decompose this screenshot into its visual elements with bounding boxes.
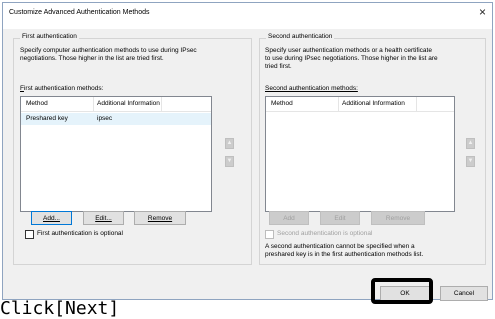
move-down-icon[interactable]: ▼ <box>466 156 475 167</box>
list-header: Method Additional Information <box>21 97 211 112</box>
second-optional-label: Second authentication is optional <box>277 230 373 237</box>
second-auth-note: A second authentication cannot be specif… <box>265 243 424 258</box>
second-edit-button[interactable]: Edit <box>320 211 360 225</box>
move-down-icon[interactable]: ▼ <box>225 156 234 167</box>
second-auth-group-title: Second authentication <box>266 33 335 40</box>
second-methods-label: Second authentication methods: <box>265 85 358 92</box>
move-up-icon[interactable]: ▲ <box>466 138 475 149</box>
row-method: Preshared key <box>26 115 68 122</box>
cancel-button[interactable]: Cancel <box>440 286 488 301</box>
second-add-button[interactable]: Add <box>269 211 309 225</box>
ok-highlight-box <box>371 278 433 304</box>
column-method[interactable]: Method <box>26 100 48 107</box>
second-optional-checkbox[interactable] <box>265 230 274 239</box>
first-add-button[interactable]: Add... <box>31 211 72 225</box>
close-icon[interactable]: × <box>479 5 486 19</box>
column-additional-info[interactable]: Additional Information <box>97 100 160 107</box>
list-item[interactable]: Preshared key ipsec <box>21 113 211 125</box>
dialog-title: Customize Advanced Authentication Method… <box>9 9 150 16</box>
instruction-caption: Click[Next] <box>0 298 120 319</box>
first-edit-button[interactable]: Edit... <box>83 211 124 225</box>
first-auth-group: First authentication Specify computer au… <box>13 33 252 265</box>
first-optional-label: First authentication is optional <box>37 230 123 237</box>
row-info: ipsec <box>97 115 113 122</box>
list-header: Method Additional Information <box>266 97 454 112</box>
first-methods-label: First authentication methods: <box>20 85 104 92</box>
first-auth-description: Specify computer authentication methods … <box>20 47 197 62</box>
title-bar: Customize Advanced Authentication Method… <box>3 3 492 29</box>
column-additional-info[interactable]: Additional Information <box>342 100 405 107</box>
first-methods-list[interactable]: Method Additional Information Preshared … <box>20 96 212 212</box>
second-remove-button[interactable]: Remove <box>371 211 425 225</box>
customize-auth-dialog: Customize Advanced Authentication Method… <box>2 2 493 301</box>
first-auth-group-title: First authentication <box>20 33 79 40</box>
second-auth-group: Second authentication Specify user authe… <box>259 33 486 265</box>
second-methods-list[interactable]: Method Additional Information <box>265 96 455 212</box>
column-method[interactable]: Method <box>271 100 293 107</box>
second-auth-description: Specify user authentication methods or a… <box>265 47 438 70</box>
first-remove-button[interactable]: Remove <box>134 211 186 225</box>
move-up-icon[interactable]: ▲ <box>225 138 234 149</box>
first-optional-checkbox[interactable] <box>25 230 34 239</box>
